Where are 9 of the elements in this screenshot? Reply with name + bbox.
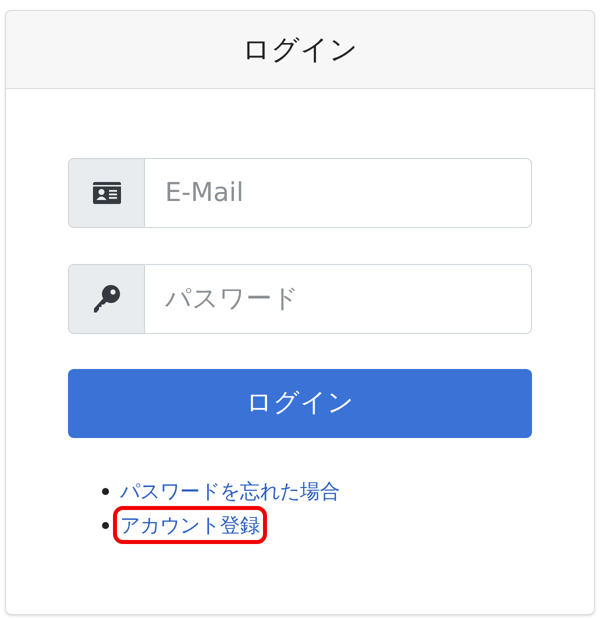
link[interactable]: パスワードを忘れた場合 (117, 476, 343, 506)
login-button[interactable]: ログイン (68, 369, 532, 438)
card-title: ログイン (242, 32, 358, 68)
bullet-icon (102, 522, 109, 528)
bullet-icon (102, 488, 109, 494)
password-field[interactable]: パスワード (68, 264, 532, 334)
email-field[interactable]: E-Mail (68, 158, 532, 228)
key-icon (94, 285, 120, 313)
id-card-icon (92, 182, 120, 204)
